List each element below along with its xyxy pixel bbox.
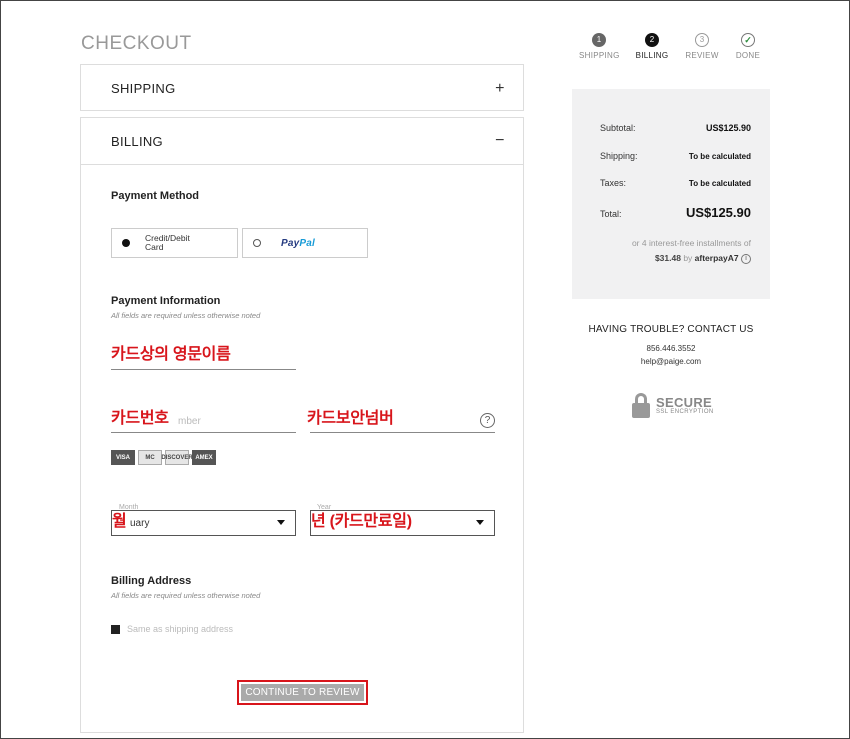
page-title: CHECKOUT	[81, 33, 192, 54]
year-annotation: 년 (카드만료일)	[311, 513, 412, 530]
billing-address-note: All fields are required unless otherwise…	[111, 591, 261, 600]
shipping-label: Shipping:	[600, 151, 638, 161]
payment-option-card-label: Credit/Debit Card	[145, 233, 190, 252]
secure-subtitle: SSL ENCRYPTION	[656, 409, 714, 415]
step-label: SHIPPING	[579, 51, 620, 60]
step-number: 1	[592, 33, 606, 47]
name-on-card-annotation: 카드상의 영문이름	[111, 346, 231, 363]
afterpay-line: or 4 interest-free installments of	[631, 238, 751, 248]
total-value: US$125.90	[685, 205, 751, 220]
lock-icon	[632, 393, 650, 418]
order-summary: Subtotal: US$125.90 Shipping: To be calc…	[572, 89, 770, 299]
total-label: Total:	[600, 209, 622, 219]
card-number-placeholder: mber	[178, 416, 201, 427]
mastercard-icon: MC	[138, 450, 162, 465]
subtotal-value: US$125.90	[705, 123, 751, 133]
same-as-shipping-label: Same as shipping address	[127, 624, 234, 634]
step-label: DONE	[735, 51, 761, 60]
billing-accordion-label: BILLING	[111, 133, 163, 149]
month-value: uary	[130, 517, 150, 529]
billing-accordion-header[interactable]: BILLING −	[81, 118, 523, 165]
step-label: REVIEW	[685, 51, 719, 60]
continue-to-review-button[interactable]: CONTINUE TO REVIEW	[237, 680, 368, 705]
step-review: 3 REVIEW	[682, 33, 722, 60]
chevron-down-icon[interactable]	[476, 520, 484, 525]
afterpay-logo: afterpayA7	[694, 253, 739, 263]
visa-icon: VISA	[111, 450, 135, 465]
checkmark-icon: ✓	[741, 33, 755, 47]
payment-option-paypal[interactable]: PayPal	[242, 228, 368, 258]
radio-unselected-icon[interactable]	[253, 239, 261, 247]
help-email[interactable]: help@paige.com	[572, 357, 770, 366]
afterpay-amount: $31.48	[654, 253, 681, 263]
payment-method-title: Payment Method	[111, 190, 200, 202]
taxes-label: Taxes:	[600, 178, 627, 188]
shipping-value: To be calculated	[688, 152, 751, 161]
checkout-progress: 1 SHIPPING 2 BILLING 3 REVIEW ✓ DONE	[579, 33, 769, 67]
info-icon[interactable]: i	[741, 253, 751, 264]
payment-information-title: Payment Information	[111, 295, 221, 307]
secure-title: SECURE	[656, 395, 712, 410]
card-logos: VISA MC DISCOVER AMEX	[111, 450, 216, 465]
taxes-value: To be calculated	[688, 179, 751, 188]
secure-badge: SECURE SSL ENCRYPTION	[632, 393, 714, 418]
shipping-accordion-header[interactable]: SHIPPING +	[81, 65, 523, 112]
chevron-down-icon[interactable]	[277, 520, 285, 525]
payment-option-card[interactable]: Credit/Debit Card	[111, 228, 238, 258]
total-row: Total: US$125.90	[600, 205, 751, 220]
subtotal-label: Subtotal:	[600, 123, 636, 133]
help-title: HAVING TROUBLE? CONTACT US	[588, 324, 754, 335]
step-number: 3	[695, 33, 709, 47]
discover-icon: DISCOVER	[161, 450, 193, 465]
security-code-annotation: 카드보안넘버	[307, 410, 394, 427]
step-billing[interactable]: 2 BILLING	[632, 33, 672, 60]
shipping-row: Shipping: To be calculated	[600, 151, 751, 161]
help-phone[interactable]: 856.446.3552	[572, 344, 770, 353]
billing-address-title: Billing Address	[111, 575, 192, 587]
amex-icon: AMEX	[192, 450, 216, 465]
afterpay-installment: $31.48 by afterpayA7 i	[572, 253, 751, 264]
help-icon[interactable]: ?	[480, 413, 495, 428]
paypal-logo: PayPal	[281, 237, 316, 249]
card-number-annotation: 카드번호	[111, 410, 169, 427]
same-as-shipping-checkbox[interactable]	[111, 625, 120, 634]
continue-button-label: CONTINUE TO REVIEW	[241, 684, 364, 701]
step-shipping[interactable]: 1 SHIPPING	[579, 33, 619, 60]
month-annotation: 월	[112, 513, 127, 530]
shipping-accordion[interactable]: SHIPPING +	[80, 64, 524, 111]
step-label: BILLING	[635, 51, 669, 60]
collapse-icon[interactable]: −	[493, 132, 507, 150]
payment-information-note: All fields are required unless otherwise…	[111, 311, 261, 320]
expand-icon[interactable]: +	[493, 80, 507, 98]
taxes-row: Taxes: To be calculated	[600, 178, 751, 188]
step-done: ✓ DONE	[728, 33, 768, 60]
month-select[interactable]: uary	[111, 510, 296, 536]
shipping-accordion-label: SHIPPING	[111, 81, 176, 96]
radio-selected-icon[interactable]	[122, 239, 130, 247]
subtotal-row: Subtotal: US$125.90	[600, 123, 751, 133]
billing-accordion: BILLING − Payment Method Credit/Debit Car…	[80, 117, 524, 733]
step-number: 2	[645, 33, 659, 47]
afterpay-by: by	[683, 253, 693, 263]
